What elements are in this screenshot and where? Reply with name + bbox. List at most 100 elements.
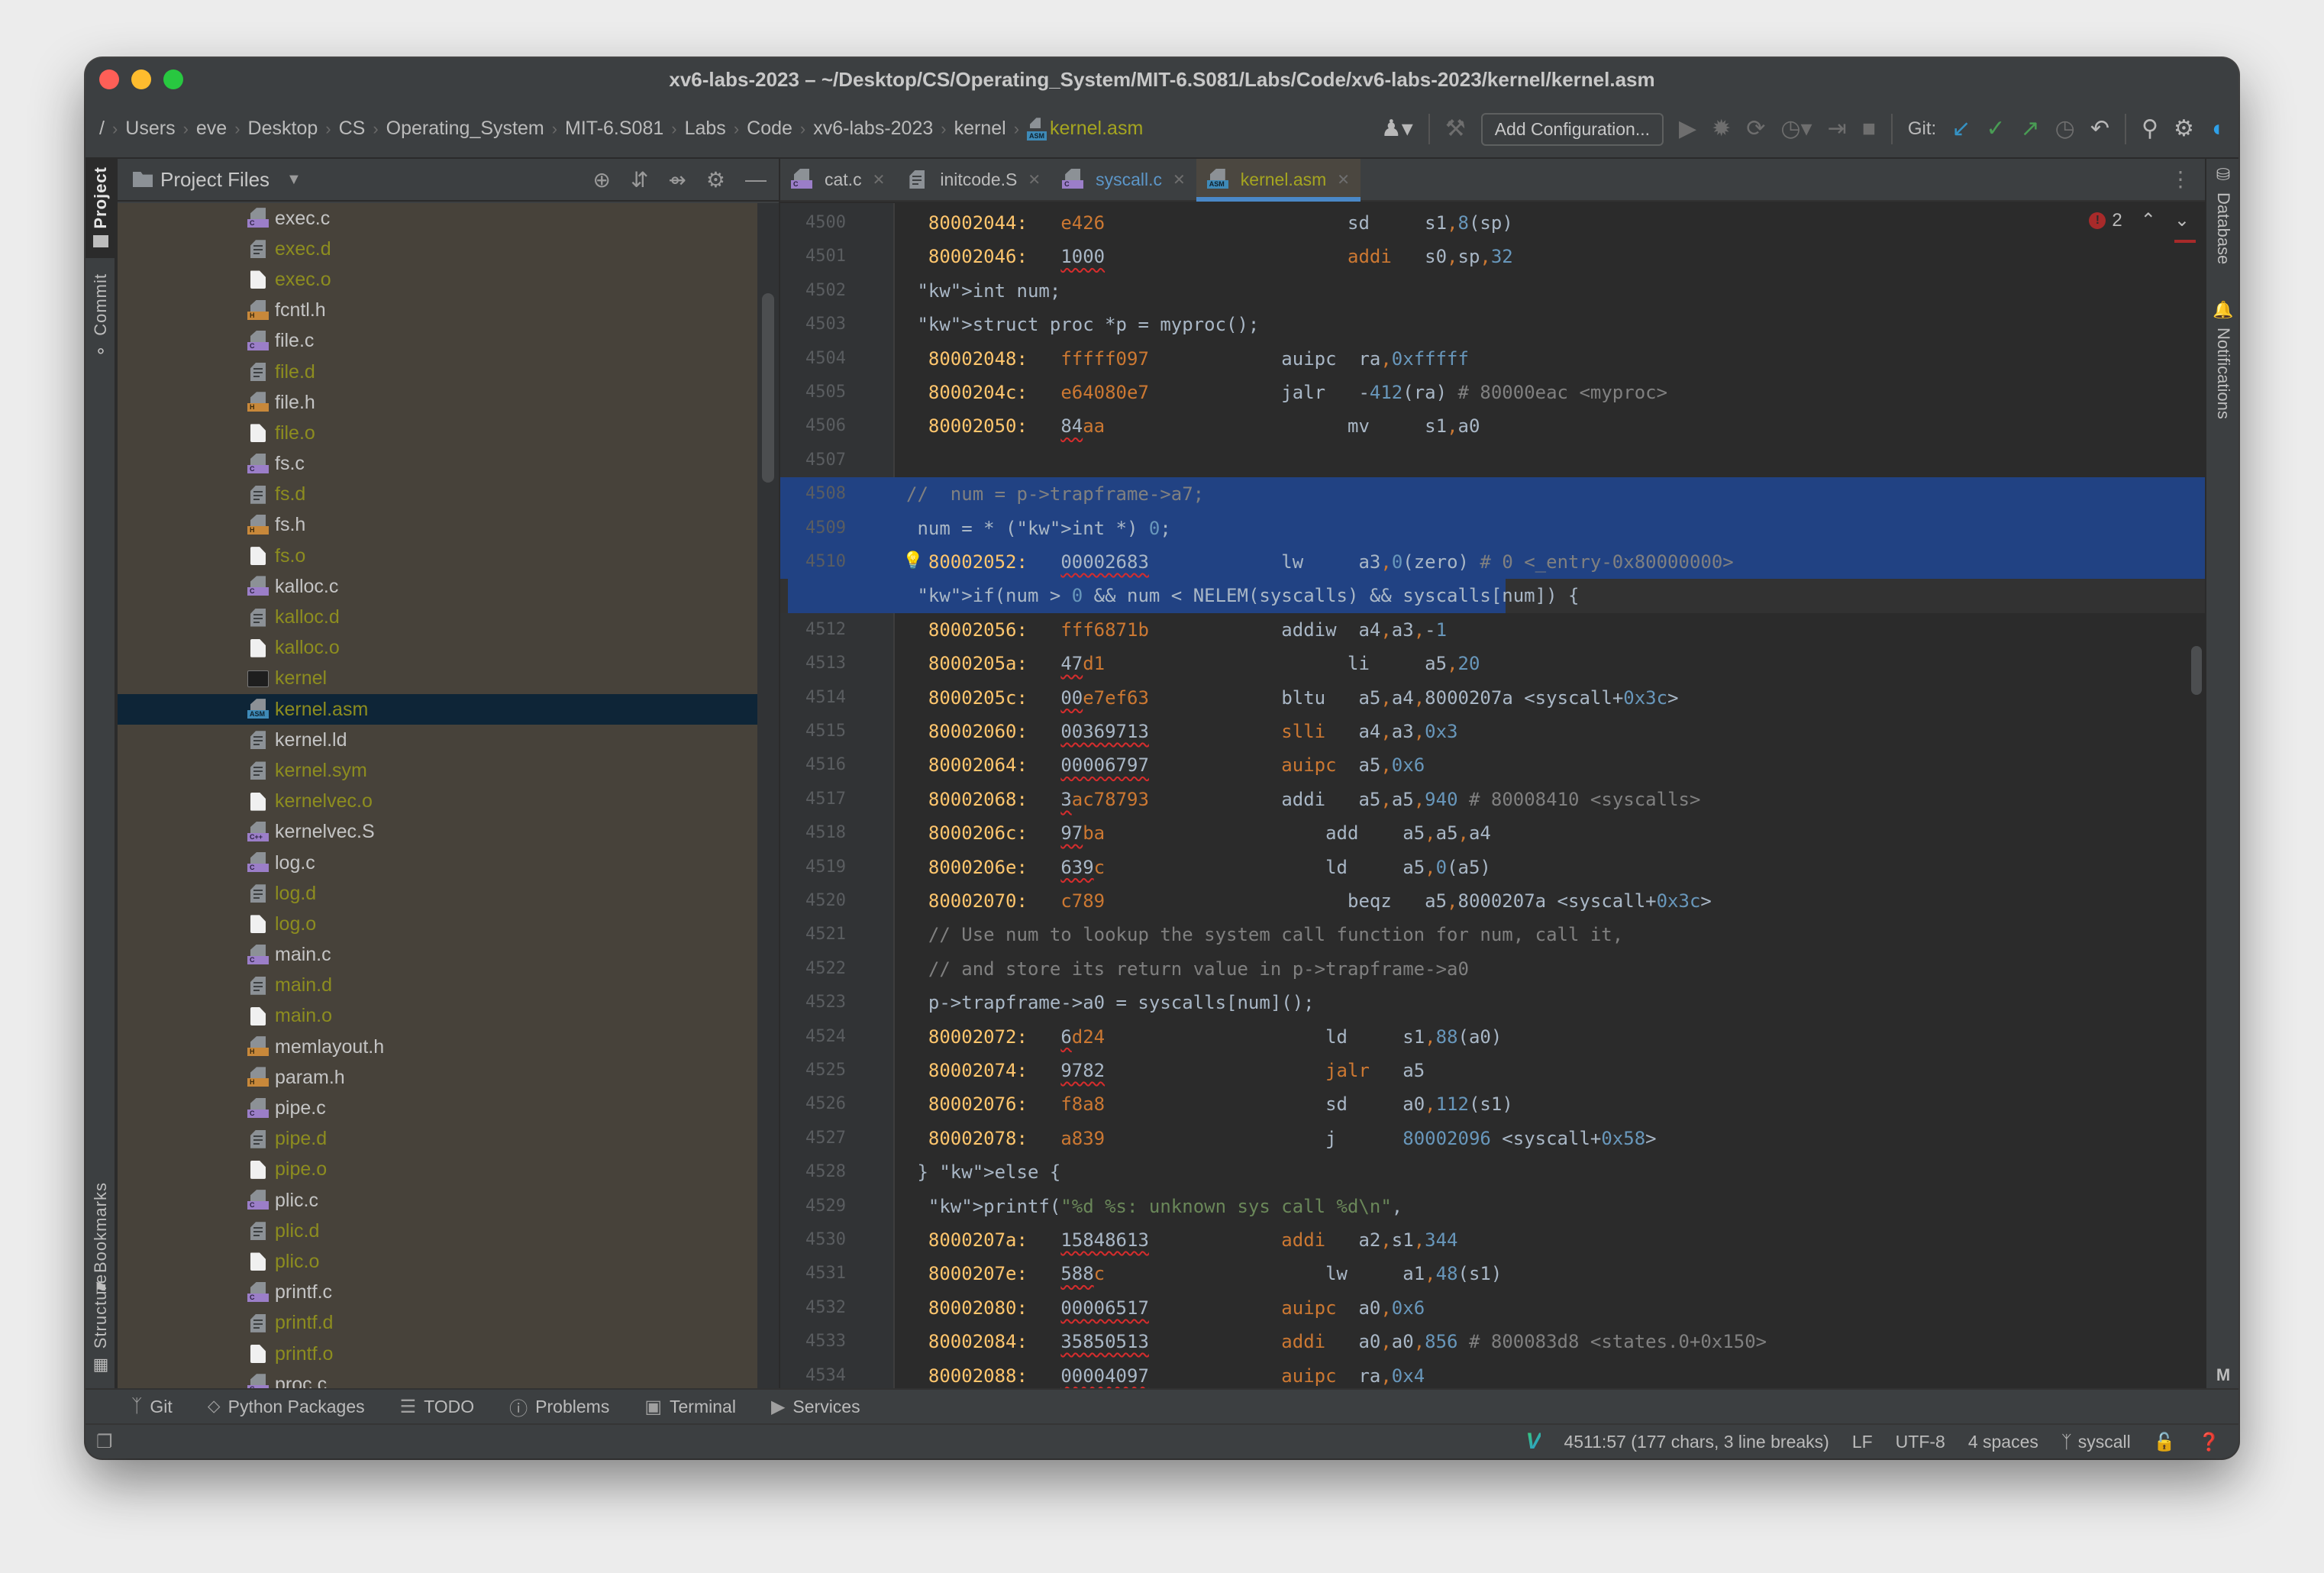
asm-line[interactable]: 4531 8000207e: 588c lw a1,48(s1) — [780, 1257, 2205, 1290]
git-update-icon[interactable]: ↙ — [1951, 118, 1971, 141]
file-tree-item[interactable]: Hfile.h — [118, 387, 757, 418]
file-tree-item[interactable]: Cpipe.c — [118, 1093, 757, 1123]
editor-tab[interactable]: Csyscall.c ✕ — [1051, 159, 1196, 200]
caret-position[interactable]: 4511:57 (177 chars, 3 line breaks) — [1564, 1432, 1829, 1452]
file-tree-item[interactable]: kernel — [118, 664, 757, 694]
asm-line[interactable]: 4517 80002068: 3ac78793 addi a5,a5,940 #… — [780, 783, 2205, 816]
file-tree-item[interactable]: log.o — [118, 909, 757, 939]
file-tree-item[interactable]: Cmain.c — [118, 940, 757, 971]
close-tab-icon[interactable]: ✕ — [1173, 170, 1186, 189]
file-tree-item[interactable]: kernel.ld — [118, 725, 757, 755]
asm-line[interactable]: 4525 80002074: 9782 jalr a5 — [780, 1054, 2205, 1087]
breadcrumb-item[interactable]: Operating_System — [386, 118, 544, 140]
tool-tab-notifications[interactable]: 🔔 Notifications — [2206, 300, 2238, 419]
source-line[interactable]: 4503 "kw">struct proc *p = myproc(); — [780, 308, 2205, 341]
next-highlight-icon[interactable]: ⌄ — [2174, 209, 2190, 231]
source-line[interactable]: 4521 // Use num to lookup the system cal… — [780, 918, 2205, 951]
file-tree-item[interactable]: Hfs.h — [118, 510, 757, 541]
close-tab-icon[interactable]: ✕ — [1337, 170, 1350, 189]
line-ending[interactable]: LF — [1852, 1432, 1873, 1452]
file-tree-item[interactable]: ASM kernel.asm — [118, 694, 757, 725]
asm-line[interactable]: 4534 80002088: 00004097 auipc ra,0x4 — [780, 1359, 2205, 1388]
file-tree-item[interactable]: printf.o — [118, 1339, 757, 1369]
indent-setting[interactable]: 4 spaces — [1968, 1432, 2038, 1452]
file-tree-item[interactable]: Hmemlayout.h — [118, 1032, 757, 1062]
project-tree-scrollbar[interactable] — [757, 203, 779, 1388]
asm-line[interactable]: 4530 8000207a: 15848613 addi a2,s1,344 — [780, 1223, 2205, 1257]
git-push-icon[interactable]: ↗ — [2021, 118, 2040, 141]
error-stripe-marker[interactable] — [2174, 240, 2196, 243]
git-branch-widget[interactable]: ᛉ syscall — [2061, 1432, 2131, 1452]
add-configuration-button[interactable]: Add Configuration... — [1480, 112, 1664, 146]
hide-panel-icon[interactable]: — — [745, 167, 767, 192]
build-hammer-icon[interactable]: ⚒ — [1445, 118, 1466, 141]
file-tree-item[interactable]: main.o — [118, 1001, 757, 1032]
file-tree-item[interactable]: Ckalloc.c — [118, 571, 757, 602]
close-window-button[interactable] — [99, 69, 119, 89]
asm-line[interactable]: 4524 80002072: 6d24 ld s1,88(a0) — [780, 1020, 2205, 1054]
attach-debugger-icon[interactable]: ⇥ — [1828, 118, 1847, 141]
source-line[interactable]: 4523 p->trapframe->a0 = syscalls[num](); — [780, 986, 2205, 1019]
tool-tab-commit[interactable]: Commit ⚬ — [86, 273, 116, 362]
tool-window-python-packages[interactable]: ⬦ Python Packages — [208, 1396, 365, 1417]
breadcrumb-item[interactable]: Code — [747, 118, 792, 140]
tool-tab-project[interactable]: Project — [86, 159, 116, 258]
asm-line[interactable]: 4526 80002076: f8a8 sd a0,112(s1) — [780, 1087, 2205, 1121]
inspection-widget[interactable]: ! 2 ⌃ ⌄ — [2089, 209, 2190, 231]
toggle-tool-windows-icon[interactable]: ❐ — [96, 1431, 113, 1453]
asm-line[interactable]: 4516 80002064: 00006797 auipc a5,0x6 — [780, 748, 2205, 782]
asm-line[interactable]: 4504 80002048: fffff097 auipc ra,0xfffff — [780, 342, 2205, 376]
git-commit-icon[interactable]: ✓ — [1986, 118, 2005, 141]
asm-line[interactable]: 4510 80002052: 00002683 lw a3,0(zero) # … — [780, 545, 2205, 580]
breadcrumb-item[interactable]: MIT-6.S081 — [565, 118, 663, 140]
scrollbar-thumb[interactable] — [762, 293, 774, 483]
help-settings-icon[interactable]: ❓ — [2198, 1432, 2220, 1452]
user-account-icon[interactable]: ♟▾ — [1381, 118, 1413, 141]
collapse-all-icon[interactable]: ⇴ — [668, 167, 686, 192]
code-view[interactable]: ! 2 ⌃ ⌄ 4500 80002044: e426 sd s1,8(sp) 4… — [780, 203, 2205, 1388]
editor-scrollbar-thumb[interactable] — [2191, 646, 2202, 695]
run-icon[interactable]: ▶ — [1679, 118, 1696, 141]
source-line[interactable]: 4508 // num = p->trapframe->a7; — [780, 477, 2205, 512]
file-tree-item[interactable]: Cfile.c — [118, 326, 757, 357]
file-tree-item[interactable]: plic.o — [118, 1246, 757, 1277]
file-tree-item[interactable]: exec.d — [118, 234, 757, 264]
file-tree-item[interactable]: file.d — [118, 357, 757, 387]
tool-tab-structure[interactable]: Structure ▦ — [86, 1274, 116, 1374]
git-history-icon[interactable]: ◷ — [2055, 118, 2075, 141]
file-tree-item[interactable]: Cprintf.c — [118, 1277, 757, 1308]
asm-line[interactable]: 4533 80002084: 35850513 addi a0,a0,856 #… — [780, 1325, 2205, 1358]
asm-line[interactable]: 4513 8000205a: 47d1 li a5,20 — [780, 647, 2205, 680]
breadcrumb-item[interactable]: xv6-labs-2023 — [813, 118, 933, 140]
settings-gear-icon[interactable]: ⚙ — [2174, 118, 2194, 141]
file-tree-item[interactable]: Clog.c — [118, 848, 757, 878]
asm-line[interactable]: 4518 8000206c: 97ba add a5,a5,a4 — [780, 816, 2205, 850]
more-tabs-icon[interactable]: ⋮ — [2156, 159, 2205, 200]
file-tree-item[interactable]: kalloc.d — [118, 602, 757, 632]
source-line[interactable]: 4509 num = * ("kw">int *) 0; — [780, 511, 2205, 545]
file-tree-item[interactable]: main.d — [118, 971, 757, 1001]
tool-window-git[interactable]: ᛉ Git — [131, 1396, 173, 1417]
rollback-icon[interactable]: ↶ — [2090, 118, 2109, 141]
blank-line[interactable]: 4507 — [780, 444, 2205, 477]
tool-window-terminal[interactable]: ▣ Terminal — [644, 1396, 736, 1418]
asm-line[interactable]: 4527 80002078: a839 j 80002096 <syscall+… — [780, 1122, 2205, 1155]
file-tree-item[interactable]: printf.d — [118, 1308, 757, 1339]
source-line[interactable]: 4529 "kw">printf("%d %s: unknown sys cal… — [780, 1190, 2205, 1223]
file-tree-item[interactable]: exec.o — [118, 264, 757, 295]
asm-line[interactable]: 4501 80002046: 1000 addi s0,sp,32 — [780, 240, 2205, 273]
asm-line[interactable]: 4520 80002070: c789 beqz a5,8000207a <sy… — [780, 884, 2205, 918]
asm-line[interactable]: 4500 80002044: e426 sd s1,8(sp) — [780, 206, 2205, 240]
unlock-icon[interactable]: 🔓 — [2154, 1432, 2176, 1452]
source-line[interactable]: 4528 } "kw">else { — [780, 1155, 2205, 1189]
asm-line[interactable]: 4514 8000205c: 00e7ef63 bltu a5,a4,80002… — [780, 681, 2205, 715]
breadcrumb-item[interactable]: kernel — [954, 118, 1006, 140]
profile-icon[interactable]: ◷▾ — [1780, 118, 1812, 141]
tool-window-problems[interactable]: ⓘ Problems — [509, 1394, 609, 1420]
breadcrumb-item[interactable]: eve — [196, 118, 227, 140]
tool-tab-database[interactable]: ⛁ Database — [2206, 165, 2238, 264]
source-line[interactable]: 4511 "kw">if(num > 0 && num < NELEM(sysc… — [780, 579, 2205, 613]
file-tree-item[interactable]: pipe.d — [118, 1124, 757, 1155]
breadcrumb-item[interactable]: ASM kernel.asm — [1027, 118, 1143, 141]
search-icon[interactable]: ⚲ — [2142, 118, 2158, 141]
